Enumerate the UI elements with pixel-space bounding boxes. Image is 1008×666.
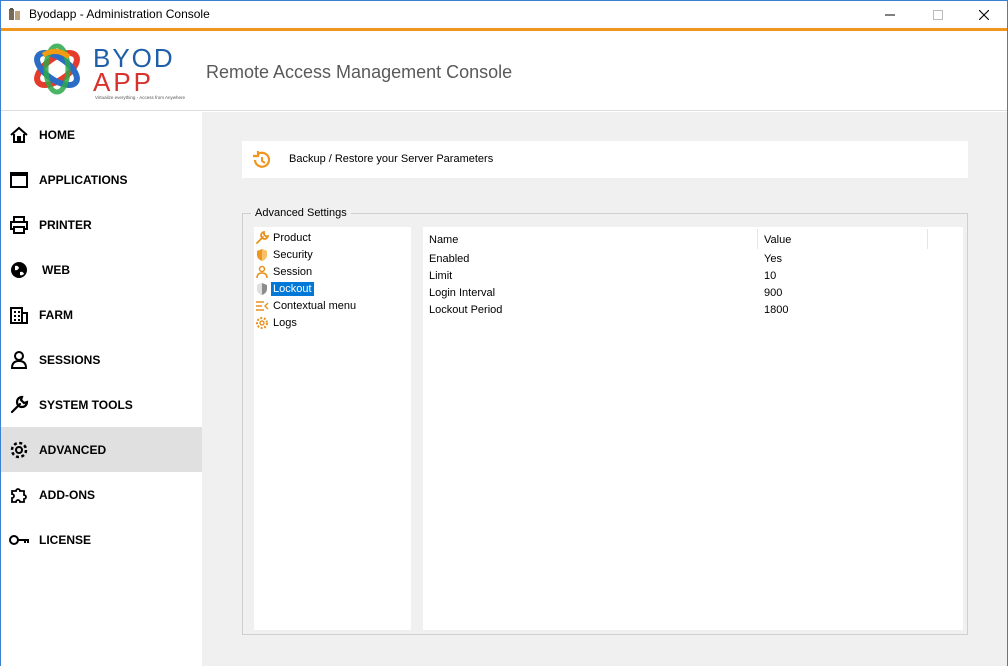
sidebar-item-sessions[interactable]: SESSIONS <box>1 337 202 382</box>
sidebar: HOME APPLICATIONS PRINTER WEB FARM SESSI… <box>1 112 202 666</box>
advanced-settings-group: Advanced Settings Product Security Sessi… <box>242 207 968 635</box>
maximize-button[interactable] <box>915 1 961 28</box>
svg-text:APP: APP <box>93 67 154 97</box>
row-value: Yes <box>764 253 782 265</box>
window-title: Byodapp - Administration Console <box>29 7 210 21</box>
sidebar-item-label: ADVANCED <box>39 442 107 457</box>
sidebar-item-label: SESSIONS <box>39 352 101 367</box>
tree-item-label: Contextual menu <box>273 300 357 312</box>
sidebar-item-label: LICENSE <box>39 532 92 547</box>
sidebar-item-advanced[interactable]: ADVANCED <box>1 427 202 472</box>
row-name: Enabled <box>429 253 470 265</box>
tree-item-label: Session <box>273 266 313 278</box>
sidebar-item-label: ADD-ONS <box>39 487 95 502</box>
row-value: 900 <box>764 287 783 299</box>
puzzle-icon <box>8 484 30 506</box>
table-row[interactable]: Limit 10 <box>423 268 963 285</box>
user-icon <box>256 265 268 279</box>
gear-icon <box>256 317 268 329</box>
sidebar-item-printer[interactable]: PRINTER <box>1 202 202 247</box>
sidebar-item-label: APPLICATIONS <box>39 172 128 187</box>
table-header: Name Value <box>423 227 963 251</box>
table-row[interactable]: Lockout Period 1800 <box>423 302 963 319</box>
page-title: Remote Access Management Console <box>206 62 513 82</box>
sidebar-item-label: FARM <box>39 307 73 322</box>
sidebar-item-label: SYSTEM TOOLS <box>39 397 133 412</box>
backup-restore-button[interactable]: Backup / Restore your Server Parameters <box>242 141 968 178</box>
shield-icon <box>257 249 267 261</box>
menu-icon <box>256 301 269 311</box>
sidebar-item-home[interactable]: HOME <box>1 112 202 157</box>
user-icon <box>8 349 30 371</box>
row-value: 10 <box>764 270 777 282</box>
main-panel: Backup / Restore your Server Parameters … <box>202 112 1007 666</box>
svg-text:Virtualize everything - Access: Virtualize everything - Access from Anyw… <box>95 95 185 100</box>
sidebar-item-label: HOME <box>39 127 75 142</box>
restore-icon <box>253 151 271 168</box>
minimize-button[interactable] <box>867 1 913 28</box>
byodapp-logo: BYOD APP Virtualize everything - Access … <box>29 39 189 101</box>
settings-table[interactable]: Name Value Enabled Yes Limit 10 Login In… <box>423 227 963 630</box>
column-header-name[interactable]: Name <box>429 234 458 246</box>
column-divider[interactable] <box>757 229 758 249</box>
title-bar[interactable]: Byodapp - Administration Console <box>1 1 1007 28</box>
minimize-icon <box>885 14 895 15</box>
gear-icon <box>8 439 30 461</box>
sidebar-item-applications[interactable]: APPLICATIONS <box>1 157 202 202</box>
row-name: Lockout Period <box>429 304 503 316</box>
app-window: Byodapp - Administration Console BYOD AP… <box>0 0 1008 666</box>
tree-item-label: Logs <box>273 317 297 329</box>
home-icon <box>8 124 30 146</box>
table-row[interactable]: Enabled Yes <box>423 251 963 268</box>
tree-item-label: Product <box>273 232 311 244</box>
tree-item-label: Lockout <box>271 282 314 296</box>
sidebar-item-web[interactable]: WEB <box>1 247 202 292</box>
app-icon <box>9 8 20 20</box>
key-icon <box>8 529 30 551</box>
sidebar-item-license[interactable]: LICENSE <box>1 517 202 562</box>
row-value: 1800 <box>764 304 789 316</box>
globe-icon <box>8 259 30 281</box>
sidebar-item-label: WEB <box>42 262 70 277</box>
sidebar-item-add-ons[interactable]: ADD-ONS <box>1 472 202 517</box>
logo-mark-icon: BYOD APP Virtualize everything - Access … <box>34 43 185 100</box>
table-row[interactable]: Login Interval 900 <box>423 285 963 302</box>
close-button[interactable] <box>961 1 1007 28</box>
wrench-icon <box>8 394 30 416</box>
printer-icon <box>8 214 30 236</box>
maximize-icon <box>933 9 943 20</box>
close-icon <box>979 9 989 20</box>
shield-lock-icon <box>257 283 267 295</box>
group-title: Advanced Settings <box>251 207 351 219</box>
wrench-icon <box>256 231 269 244</box>
backup-restore-label: Backup / Restore your Server Parameters <box>289 153 494 165</box>
row-name: Limit <box>429 270 453 282</box>
sidebar-item-system-tools[interactable]: SYSTEM TOOLS <box>1 382 202 427</box>
row-name: Login Interval <box>429 287 496 299</box>
tree-item-label: Security <box>273 249 313 261</box>
settings-tree[interactable]: Product Security Session Lockout Context… <box>254 227 411 630</box>
column-divider[interactable] <box>927 229 928 249</box>
column-header-value[interactable]: Value <box>764 234 791 246</box>
header: BYOD APP Virtualize everything - Access … <box>1 31 1007 111</box>
building-icon <box>8 304 30 326</box>
sidebar-item-label: PRINTER <box>39 217 92 232</box>
sidebar-item-farm[interactable]: FARM <box>1 292 202 337</box>
window-icon <box>8 169 30 191</box>
